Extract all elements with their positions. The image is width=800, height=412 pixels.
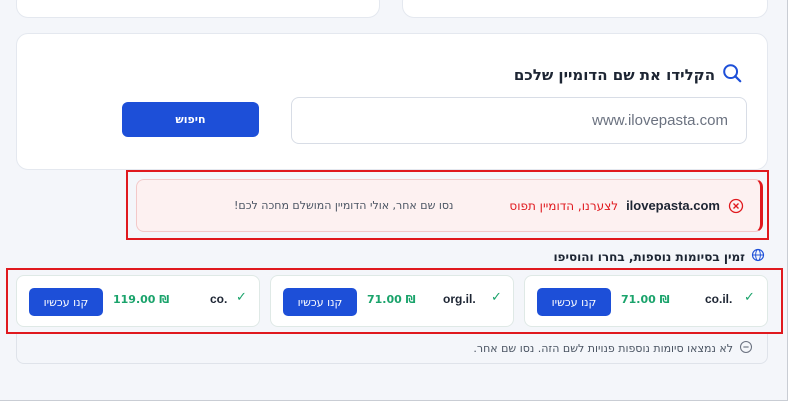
domain-search-input[interactable] <box>291 97 747 144</box>
top-card-right <box>402 0 768 18</box>
search-title-text: הקלידו את שם הדומיין שלכם <box>513 66 715 84</box>
top-card-left <box>16 0 380 18</box>
search-title: הקלידו את שם הדומיין שלכם <box>514 62 743 88</box>
highlight-extensions-outline <box>6 268 783 334</box>
minus-circle-icon <box>739 339 753 358</box>
extensions-title: זמין בסיומות נוספות, בחרו והוסיפו <box>553 247 765 266</box>
no-more-extensions-notice: לא נמצאו סיומות נוספות פנויות לשם הזה. נ… <box>16 334 768 364</box>
extensions-title-text: זמין בסיומות נוספות, בחרו והוסיפו <box>553 249 745 264</box>
search-button[interactable]: חיפוש <box>122 102 259 137</box>
highlight-alert-outline <box>126 170 769 240</box>
search-icon <box>721 62 743 88</box>
globe-icon <box>751 247 765 266</box>
notice-text: לא נמצאו סיומות נוספות פנויות לשם הזה. נ… <box>473 342 733 355</box>
domain-search-card: הקלידו את שם הדומיין שלכם חיפוש <box>16 33 768 170</box>
